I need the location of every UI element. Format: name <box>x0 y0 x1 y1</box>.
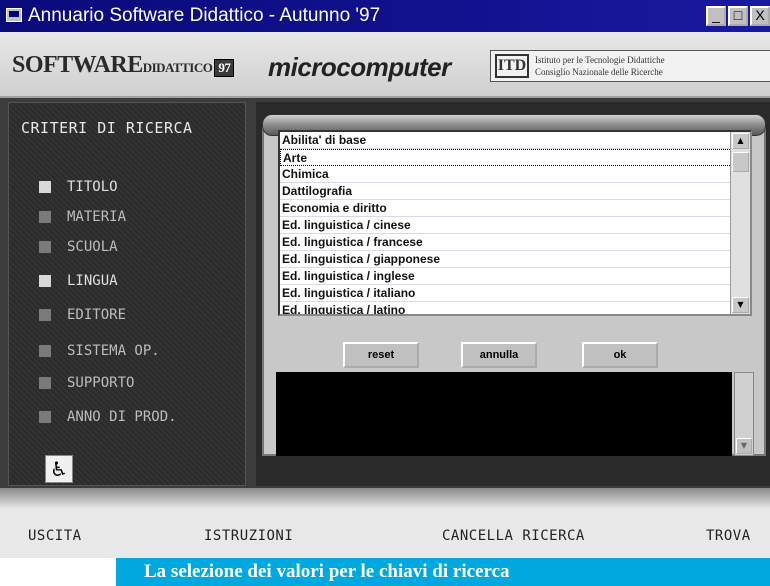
list-item-selected[interactable]: Arte <box>280 149 732 166</box>
nav-uscita[interactable]: USCITA <box>28 528 82 544</box>
results-scrollbar[interactable]: ▼ <box>734 372 754 456</box>
bullet-icon <box>39 309 51 321</box>
figure-caption: La selezione dei valori per le chiavi di… <box>116 558 770 586</box>
list-scrollbar[interactable]: ▲ ▼ <box>730 132 750 314</box>
microcomputer-logo: microcomputer <box>268 52 451 82</box>
list-item[interactable]: Ed. linguistica / francese <box>280 234 732 251</box>
wheelchair-icon[interactable]: ♿ <box>45 455 73 483</box>
bullet-icon <box>39 345 51 357</box>
criteria-sistema-op[interactable]: SISTEMA OP. <box>39 341 160 361</box>
criteria-lingua[interactable]: LINGUA <box>39 271 118 291</box>
criteria-materia[interactable]: MATERIA <box>39 207 126 227</box>
window-title: Annuario Software Didattico - Autunno '9… <box>28 5 381 26</box>
results-pane <box>276 372 732 456</box>
app-icon <box>6 8 22 22</box>
nav-trova[interactable]: TROVA <box>706 528 751 544</box>
list-item[interactable]: Ed. linguistica / italiano <box>280 285 732 302</box>
scroll-down-arrow-icon[interactable]: ▼ <box>732 297 749 313</box>
list-item[interactable]: Ed. linguistica / giapponese <box>280 251 732 268</box>
criteria-titolo[interactable]: TITOLO <box>39 177 118 197</box>
criteria-anno-di-prod[interactable]: ANNO DI PROD. <box>39 407 177 427</box>
bullet-icon <box>39 411 51 423</box>
scroll-down-arrow-icon[interactable]: ▼ <box>736 438 752 454</box>
reset-button[interactable]: reset <box>343 342 419 368</box>
list-items: Abilita' di base Arte Chimica Dattilogra… <box>280 132 732 314</box>
maximize-button[interactable]: □ <box>728 6 748 26</box>
minimize-button[interactable]: _ <box>706 6 726 26</box>
bullet-icon <box>39 211 51 223</box>
list-item[interactable]: Economia e diritto <box>280 200 732 217</box>
scroll-thumb[interactable] <box>732 152 749 172</box>
itd-mark: ITD <box>495 54 529 78</box>
scroll-up-arrow-icon[interactable]: ▲ <box>732 133 749 149</box>
bullet-icon <box>39 241 51 253</box>
list-item[interactable]: Abilita' di base <box>280 132 732 149</box>
bullet-icon <box>39 181 51 193</box>
list-item[interactable]: Ed. linguistica / latino <box>280 302 732 314</box>
list-item[interactable]: Ed. linguistica / inglese <box>280 268 732 285</box>
window-title-bar: Annuario Software Didattico - Autunno '9… <box>0 0 770 32</box>
list-item[interactable]: Ed. linguistica / cinese <box>280 217 732 234</box>
ok-button[interactable]: ok <box>582 342 658 368</box>
values-listbox[interactable]: Abilita' di base Arte Chimica Dattilogra… <box>278 130 752 316</box>
list-item[interactable]: Chimica <box>280 166 732 183</box>
close-button[interactable]: X <box>750 6 770 26</box>
criteria-editore[interactable]: EDITORE <box>39 305 126 325</box>
bottom-nav-bar <box>0 488 770 558</box>
criteria-sidebar: CRITERI DI RICERCA TITOLO MATERIA SCUOLA… <box>8 102 246 486</box>
itd-logo: ITD Istituto per le Tecnologie Didattich… <box>490 50 770 82</box>
nav-cancella-ricerca[interactable]: CANCELLA RICERCA <box>442 528 585 544</box>
sidebar-title: CRITERI DI RICERCA <box>21 119 193 137</box>
criteria-scuola[interactable]: SCUOLA <box>39 237 118 257</box>
itd-text: Istituto per le Tecnologie Didattiche Con… <box>535 55 665 77</box>
bullet-icon <box>39 275 51 287</box>
logo-bar: SOFTWAREDIDATTICO 97 microcomputer ITD Is… <box>0 32 770 98</box>
annulla-button[interactable]: annulla <box>461 342 537 368</box>
nav-istruzioni[interactable]: ISTRUZIONI <box>204 528 293 544</box>
software-didattico-logo: SOFTWAREDIDATTICO 97 <box>12 52 235 79</box>
criteria-supporto[interactable]: SUPPORTO <box>39 373 134 393</box>
bullet-icon <box>39 377 51 389</box>
list-item[interactable]: Dattilografia <box>280 183 732 200</box>
